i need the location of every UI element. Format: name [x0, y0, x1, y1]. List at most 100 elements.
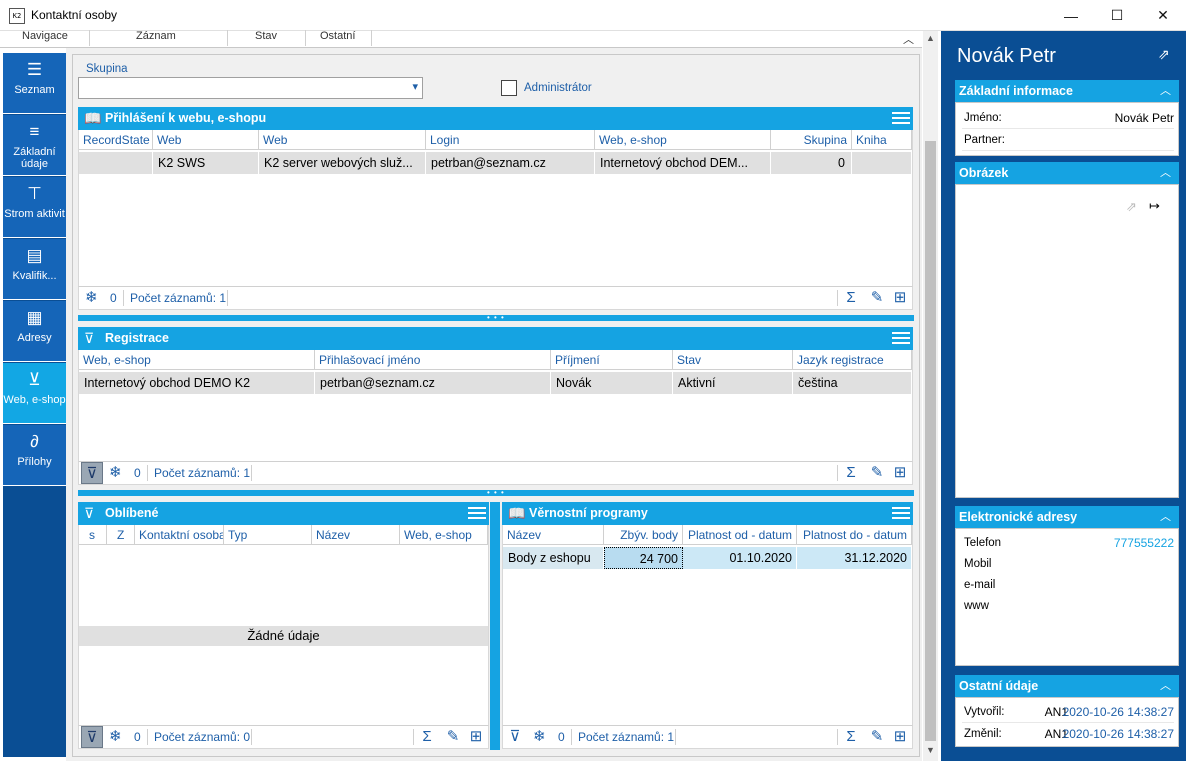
collapse-menu-icon[interactable]: ︿	[903, 31, 914, 47]
filter-toggle-icon[interactable]: ⊽	[81, 462, 103, 484]
column-header[interactable]: Login	[426, 130, 595, 150]
menu-icon[interactable]	[892, 112, 910, 125]
group-combobox[interactable]: ▾	[78, 77, 423, 99]
sum-icon[interactable]: Σ	[841, 463, 861, 483]
column-header[interactable]: Stav	[673, 350, 793, 370]
nav-item-zakladni-udaje[interactable]: ≡ Základní údaje	[3, 115, 66, 176]
chevron-up-icon[interactable]: ︿	[1160, 84, 1171, 98]
cell[interactable]: 24 700	[604, 547, 683, 569]
column-header[interactable]: Příjmení	[551, 350, 673, 370]
chevron-up-icon[interactable]: ︿	[1160, 679, 1171, 693]
vertical-splitter[interactable]	[490, 502, 500, 750]
column-header[interactable]: Z	[107, 525, 135, 545]
created-row: Vytvořil: AN1 2020-10-26 14:38:27	[962, 701, 1174, 723]
table-row[interactable]: Internetový obchod DEMO K2 petrban@sezna…	[79, 372, 912, 394]
snowflake-icon[interactable]: ❄	[85, 287, 98, 309]
telefon-value[interactable]: 777555222	[1114, 532, 1174, 554]
admin-checkbox[interactable]	[501, 80, 517, 96]
snowflake-icon[interactable]: ❄	[109, 462, 122, 484]
filter-icon[interactable]: ⊽	[505, 727, 525, 747]
favorites-panel-header: ⊽ Oblíbené	[78, 502, 489, 525]
image-header[interactable]: Obrázek ︿	[955, 162, 1179, 184]
menu-icon[interactable]	[468, 507, 486, 520]
filter-toggle-icon[interactable]: ⊽	[81, 726, 103, 748]
column-header[interactable]: Název	[503, 525, 604, 545]
open-image-icon[interactable]: ⇗	[1126, 199, 1137, 215]
popout-icon[interactable]: ⇗	[1158, 46, 1170, 63]
nav-item-prilohy[interactable]: ∂ Přílohy	[3, 425, 66, 486]
record-count: Počet záznamů: 1	[154, 466, 251, 480]
edit-icon[interactable]: ✎	[867, 463, 887, 483]
nav-item-web-eshop[interactable]: ⊻ Web, e-shop	[3, 363, 66, 424]
column-header[interactable]: Kniha	[852, 130, 912, 150]
sum-icon[interactable]: Σ	[841, 288, 861, 308]
add-record-icon[interactable]: ⊞	[890, 727, 910, 747]
edit-icon[interactable]: ✎	[867, 288, 887, 308]
column-header[interactable]: Web, e-shop	[595, 130, 771, 150]
column-header[interactable]: RecordState	[79, 130, 153, 150]
sum-icon[interactable]: Σ	[417, 727, 437, 747]
add-record-icon[interactable]: ⊞	[466, 727, 486, 747]
maximize-button[interactable]: ☐	[1094, 0, 1140, 31]
group-label: Skupina	[86, 63, 128, 75]
column-header[interactable]: Platnost od - datum	[683, 525, 797, 545]
record-count: Počet záznamů: 1	[578, 730, 675, 744]
nav-item-seznam[interactable]: ☰ Seznam	[3, 53, 66, 114]
snowflake-icon[interactable]: ❄	[533, 726, 546, 748]
add-record-icon[interactable]: ⊞	[890, 463, 910, 483]
column-header[interactable]: s	[79, 525, 107, 545]
electronic-header[interactable]: Elektronické adresy ︿	[955, 506, 1179, 528]
column-header[interactable]: Skupina	[771, 130, 852, 150]
column-header[interactable]: Web	[153, 130, 259, 150]
column-header[interactable]: Typ	[224, 525, 312, 545]
menu-zaznam[interactable]: Záznam	[90, 30, 228, 46]
minimize-button[interactable]: —	[1048, 0, 1094, 31]
menu-icon[interactable]	[892, 332, 910, 345]
basic-info-header[interactable]: Základní informace ︿	[955, 80, 1179, 102]
vertical-scrollbar[interactable]: ▲ ▼	[923, 31, 938, 761]
scroll-thumb[interactable]	[925, 141, 936, 741]
login-panel-title: Přihlášení k webu, e-shopu	[105, 111, 267, 125]
dropdown-icon[interactable]: ▾	[412, 80, 418, 93]
registration-panel-title: Registrace	[105, 331, 169, 345]
column-header[interactable]: Web	[259, 130, 426, 150]
edit-icon[interactable]: ✎	[867, 727, 887, 747]
cell: petrban@seznam.cz	[315, 372, 551, 394]
paperclip-icon: ∂	[30, 432, 39, 451]
menu-navigace[interactable]: Navigace	[0, 30, 90, 46]
column-header[interactable]: Jazyk registrace	[793, 350, 912, 370]
menu-icon[interactable]	[892, 507, 910, 520]
login-grid-header: RecordState Web Web Login Web, e-shop Sk…	[79, 130, 912, 150]
column-header[interactable]: Platnost do - datum	[797, 525, 912, 545]
menu-stav[interactable]: Stav	[228, 30, 306, 46]
book-icon: 📖	[84, 110, 102, 126]
column-header[interactable]: Web, e-shop	[79, 350, 315, 370]
nav-item-strom-aktivit[interactable]: ⊤ Strom aktivit	[3, 177, 66, 238]
scroll-up-icon[interactable]: ▲	[926, 33, 935, 43]
add-record-icon[interactable]: ⊞	[890, 288, 910, 308]
chevron-up-icon[interactable]: ︿	[1160, 510, 1171, 524]
nav-item-adresy[interactable]: ▦ Adresy	[3, 301, 66, 362]
fit-width-icon[interactable]: ↦	[1149, 198, 1160, 214]
snowflake-icon[interactable]: ❄	[109, 726, 122, 748]
nav-item-kvalifikace[interactable]: ▤ Kvalifik...	[3, 239, 66, 300]
edit-icon[interactable]: ✎	[443, 727, 463, 747]
column-header[interactable]: Název	[312, 525, 400, 545]
splitter[interactable]: • • •	[78, 314, 914, 322]
sum-icon[interactable]: Σ	[841, 727, 861, 747]
column-header[interactable]: Zbýv. body	[604, 525, 683, 545]
column-header[interactable]: Web, e-shop	[400, 525, 488, 545]
table-row[interactable]: Body z eshopu 24 700 01.10.2020 31.12.20…	[503, 547, 912, 569]
table-row[interactable]: K2 SWS K2 server webových služ... petrba…	[79, 152, 912, 174]
menu-ostatni[interactable]: Ostatní	[306, 30, 372, 46]
other-header[interactable]: Ostatní údaje ︿	[955, 675, 1179, 697]
splitter[interactable]: • • •	[78, 489, 914, 497]
column-header[interactable]: Kontaktní osoba	[135, 525, 224, 545]
close-button[interactable]: ✕	[1140, 0, 1186, 31]
scroll-down-icon[interactable]: ▼	[926, 745, 935, 755]
registration-grid-header: Web, e-shop Přihlašovací jméno Příjmení …	[79, 350, 912, 370]
filter-icon: ⊽	[84, 505, 95, 521]
chevron-up-icon[interactable]: ︿	[1160, 166, 1171, 180]
column-header[interactable]: Přihlašovací jméno	[315, 350, 551, 370]
registration-panel-header: ⊽ Registrace	[78, 327, 913, 350]
